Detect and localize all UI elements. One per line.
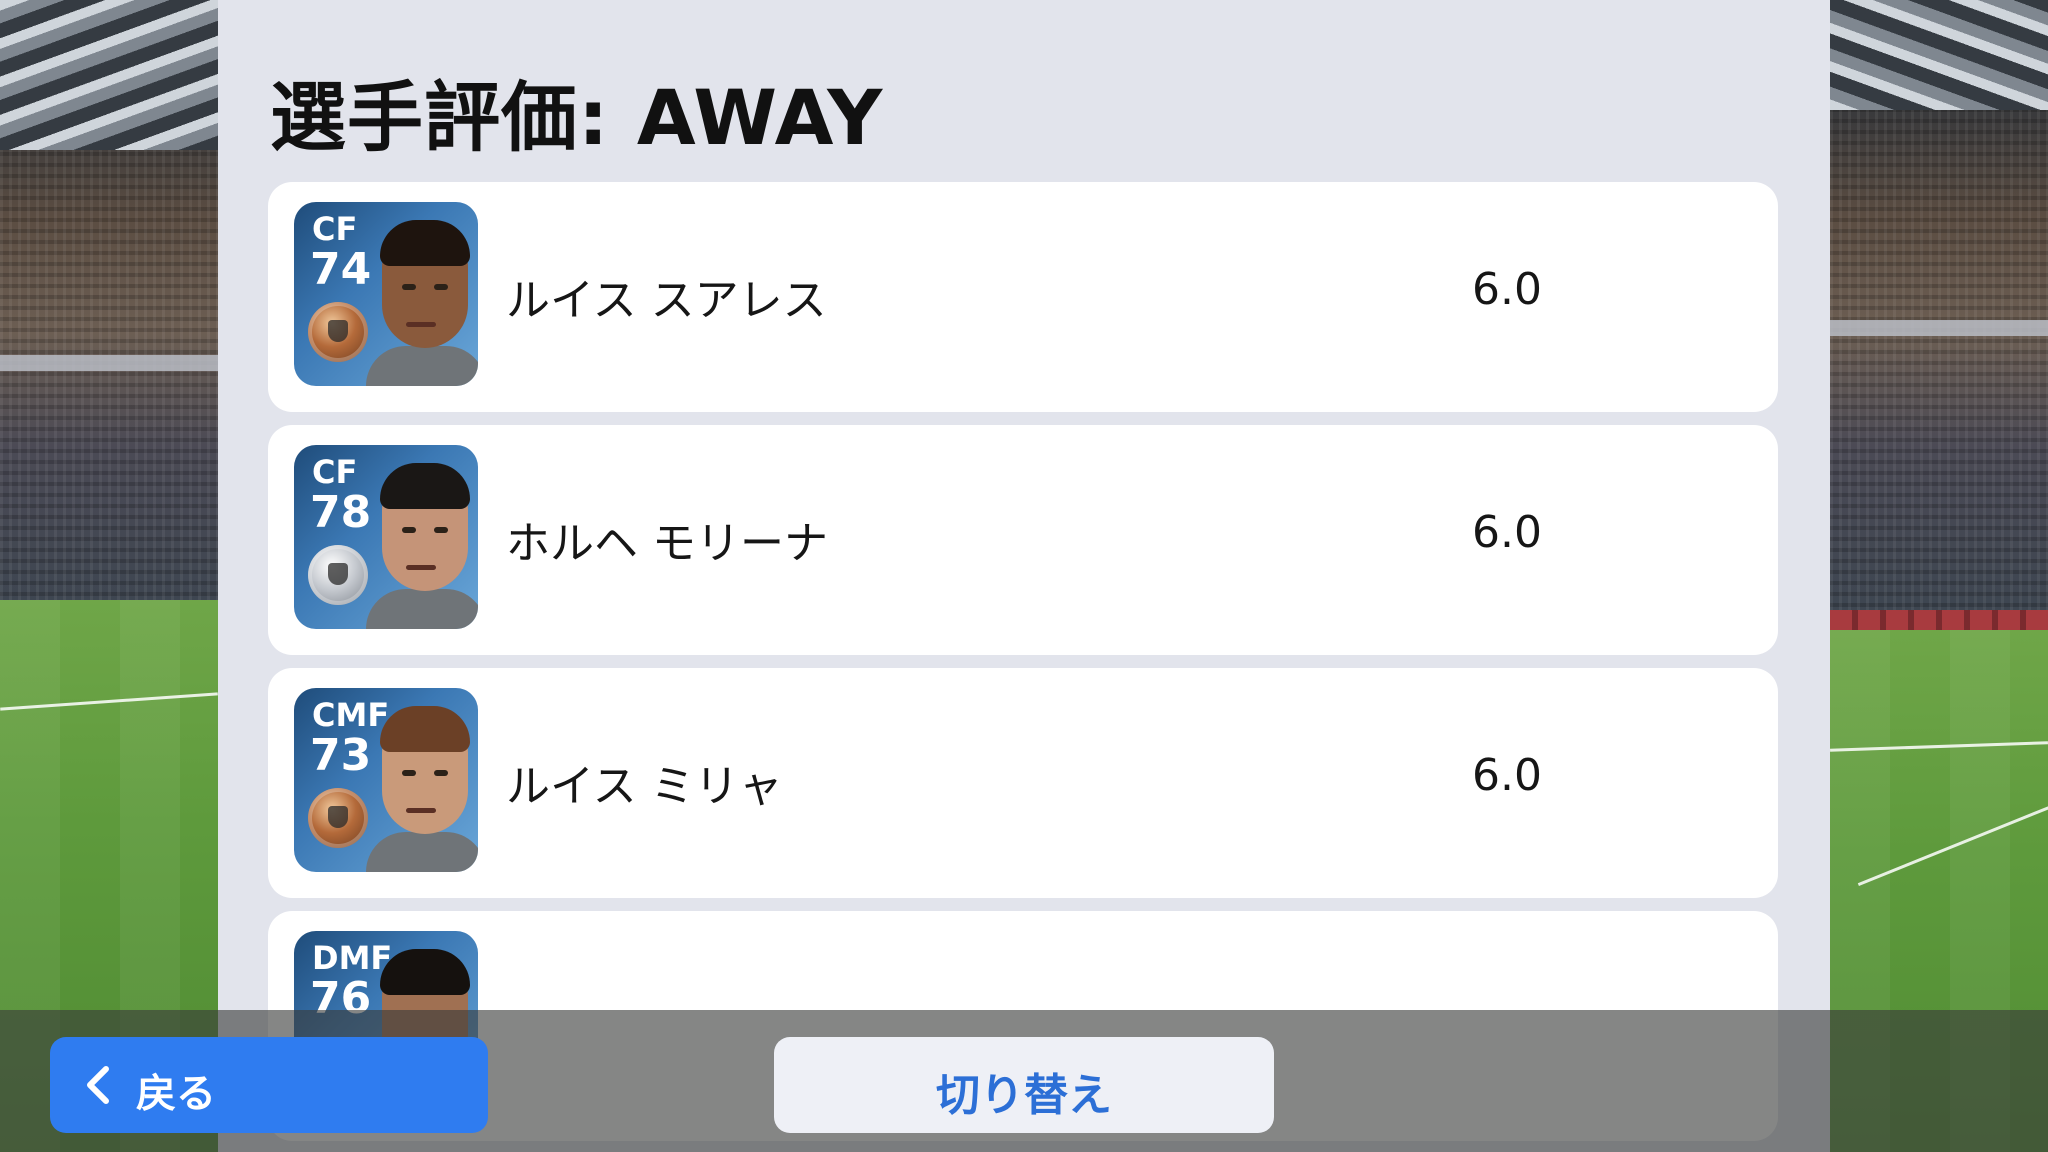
player-face-icon <box>366 218 478 386</box>
player-overall: 74 <box>310 244 372 295</box>
player-position: CF <box>312 210 358 248</box>
player-row[interactable]: CF 74 ルイス スアレス 6.0 <box>268 182 1778 412</box>
back-button[interactable]: 戻る <box>50 1037 488 1133</box>
player-rating: 6.0 <box>1472 507 1542 558</box>
player-name: ルイス スアレス <box>506 275 827 326</box>
player-position: CF <box>312 453 358 491</box>
player-overall: 78 <box>310 487 372 538</box>
player-name: ルイス ミリャ <box>506 761 783 812</box>
player-face-icon <box>366 704 478 872</box>
player-card-icon: CF 74 <box>294 202 478 386</box>
silver-medal-icon <box>308 545 368 605</box>
back-button-label: 戻る <box>136 1071 216 1117</box>
player-name: ホルヘ モリーナ <box>506 518 828 569</box>
bronze-medal-icon <box>308 302 368 362</box>
player-rating: 6.0 <box>1472 264 1542 315</box>
player-card-icon: CF 78 <box>294 445 478 629</box>
player-face-icon <box>366 461 478 629</box>
page-title: 選手評価: AWAY <box>270 73 884 162</box>
player-row[interactable]: CMF 73 ルイス ミリャ 6.0 <box>268 668 1778 898</box>
switch-button-label: 切り替え <box>936 1070 1112 1121</box>
stadium-right <box>1830 0 2048 1152</box>
player-row[interactable]: CF 78 ホルヘ モリーナ 6.0 <box>268 425 1778 655</box>
stadium-left <box>0 0 218 1152</box>
player-overall: 73 <box>310 730 372 781</box>
player-rating: 6.0 <box>1472 750 1542 801</box>
switch-button[interactable]: 切り替え <box>774 1037 1274 1133</box>
chevron-left-icon <box>87 1066 109 1104</box>
player-card-icon: CMF 73 <box>294 688 478 872</box>
bronze-medal-icon <box>308 788 368 848</box>
